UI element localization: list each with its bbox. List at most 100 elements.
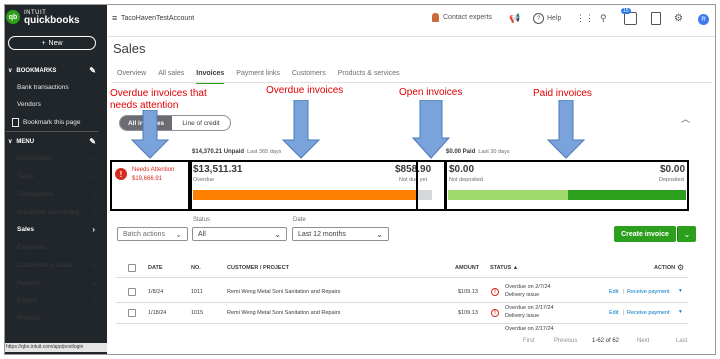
row-customer[interactable]: Remi Weng Metal Soni Sanitation and Repa… (227, 289, 340, 295)
edit-link[interactable]: Edit (609, 310, 618, 316)
sidebar-item-bank-transactions[interactable]: Bank transactions (0, 80, 103, 94)
row-checkbox[interactable] (128, 309, 136, 317)
annotation-paid: Paid invoices (533, 88, 592, 99)
overdue-highlight-box (190, 160, 418, 211)
contact-experts-button[interactable]: Contact experts (432, 13, 492, 22)
status-filter-label: Status (193, 217, 211, 223)
bookmarks-label: BOOKMARKS (16, 67, 57, 74)
date-select[interactable]: Last 12 months ⌄ (292, 227, 389, 241)
chevron-down-icon: ⌄ (274, 229, 281, 239)
sidebar-item-transactions[interactable]: Transactions › (0, 187, 103, 201)
sidebar-item-sales[interactable]: Sales › (0, 222, 103, 236)
row-status: Overdue on 2/17/24 (505, 326, 554, 332)
row-status: Overdue on 2/7/24 (505, 284, 551, 290)
bookmark-icon (12, 117, 19, 127)
megaphone-icon[interactable]: 📢 (509, 13, 520, 24)
apps-grid-icon[interactable]: ⋮⋮ (576, 13, 594, 24)
receive-payment-link[interactable]: Receive payment (627, 310, 670, 316)
row-date: 1/8/24 (148, 289, 164, 295)
help-icon: ? (533, 13, 544, 24)
warning-icon: ! (491, 309, 499, 317)
pager-first[interactable]: First (523, 338, 535, 344)
sidebar-item-dashboards[interactable]: Dashboards › (0, 151, 103, 165)
chevron-right-icon: › (92, 207, 95, 217)
column-customer[interactable]: CUSTOMER / PROJECT (227, 265, 289, 271)
sidebar-item-vendors[interactable]: Vendors (0, 97, 103, 111)
sidebar-item-reports[interactable]: Reports › (0, 276, 103, 290)
help-button[interactable]: ? Help (533, 13, 561, 24)
chevron-down-icon[interactable]: ▾ (679, 309, 682, 315)
create-invoice-button[interactable]: Create invoice (614, 226, 676, 242)
menu-toggle-icon[interactable]: ≡ (112, 13, 117, 23)
status-url: https://qbo.intuit.com/app/postlogin (4, 343, 107, 352)
row-checkbox[interactable] (128, 288, 136, 296)
row-customer[interactable]: Remi Weng Metal Soni Sanitation and Repa… (227, 310, 340, 316)
bookmarks-section[interactable]: ∨ BOOKMARKS ✎ (8, 66, 96, 75)
row-status: Overdue on 2/17/24 (505, 305, 554, 311)
batch-actions-dropdown[interactable]: Batch actions ⌄ (117, 227, 188, 241)
sidebar-item-advanced-accounting[interactable]: Advanced accounting › (0, 205, 103, 219)
quickbooks-logo[interactable]: qb INTUIT quickbooks (6, 4, 98, 30)
sidebar-item-projects[interactable]: Projects (0, 311, 103, 325)
pager-previous[interactable]: Previous (554, 338, 577, 344)
arrow-down-icon (130, 110, 170, 159)
create-invoice-dropdown-icon[interactable]: ⌄ (677, 226, 696, 242)
column-no[interactable]: NO. (191, 265, 201, 271)
sidebar-item-customers-leads[interactable]: Customers & leads › (0, 258, 103, 272)
clipboard-icon[interactable] (651, 12, 661, 25)
sidebar-item-expenses[interactable]: Expenses › (0, 240, 103, 254)
chevron-down-icon[interactable]: ▾ (679, 288, 682, 294)
warning-icon: ! (491, 288, 499, 296)
column-amount[interactable]: AMOUNT (455, 265, 479, 271)
person-icon (432, 13, 439, 22)
chevron-right-icon: › (92, 278, 95, 288)
row-number[interactable]: 1015 (191, 310, 203, 316)
edit-link[interactable]: Edit (609, 289, 618, 295)
row-amount: $109.13 (458, 310, 478, 316)
sidebar-item-tasks[interactable]: Tasks › (0, 169, 103, 183)
status-select[interactable]: All ⌄ (192, 227, 287, 241)
annotation-overdue: Overdue invoices (266, 85, 344, 96)
select-all-checkbox[interactable] (128, 264, 136, 272)
gear-icon[interactable]: ⚙ (674, 13, 683, 24)
row-number[interactable]: 1011 (191, 289, 203, 295)
quickbooks-logo-icon: qb (6, 10, 20, 24)
logo-big-text: quickbooks (24, 15, 80, 26)
pager-next[interactable]: Next (637, 338, 649, 344)
chevron-up-icon[interactable]: ︿ (681, 112, 690, 125)
needs-attention-highlight-box (110, 160, 190, 211)
new-button-label: New (48, 39, 63, 47)
column-date[interactable]: DATE (148, 265, 163, 271)
receive-payment-link[interactable]: Receive payment (627, 289, 670, 295)
arrow-down-icon (411, 100, 451, 159)
arrow-down-icon (546, 100, 586, 159)
search-icon[interactable]: ⚲ (600, 13, 607, 24)
pencil-icon[interactable]: ✎ (89, 66, 96, 75)
arrow-down-icon (281, 100, 321, 159)
chevron-down-icon: ⌄ (175, 229, 182, 239)
open-highlight-box (416, 160, 446, 211)
paid-summary: $0.00 Paid Last 30 days (446, 149, 510, 155)
notification-count-badge: 15 (621, 8, 631, 14)
date-filter-label: Date (293, 217, 306, 223)
unpaid-summary: $14,370.21 Unpaid Last 365 days (192, 149, 282, 155)
avatar[interactable]: R (698, 14, 709, 25)
table-divider (116, 323, 688, 324)
toggle-line-of-credit[interactable]: Line of credit (172, 116, 230, 130)
sidebar-item-payroll[interactable]: Payroll › (0, 293, 103, 307)
pager-last[interactable]: Last (676, 338, 687, 344)
chevron-down-icon: ∨ (8, 139, 13, 145)
chevron-down-icon: ∨ (8, 68, 13, 74)
page-title: Sales (113, 41, 146, 56)
sidebar-item-bookmark-this-page[interactable]: Bookmark this page (0, 115, 103, 129)
new-button[interactable]: + New (8, 36, 96, 50)
chevron-right-icon: › (92, 224, 95, 234)
row-date: 1/18/24 (148, 310, 167, 316)
annotation-open: Open invoices (399, 87, 463, 98)
row-status-detail: Delivery issue (505, 292, 540, 298)
row-status-detail: Delivery issue (505, 313, 540, 319)
pencil-icon[interactable]: ✎ (89, 137, 96, 146)
menu-section[interactable]: ∨ MENU ✎ (8, 137, 96, 146)
gear-icon[interactable]: ⚙ (677, 263, 684, 272)
column-status[interactable]: STATUS ▲ (490, 265, 518, 271)
